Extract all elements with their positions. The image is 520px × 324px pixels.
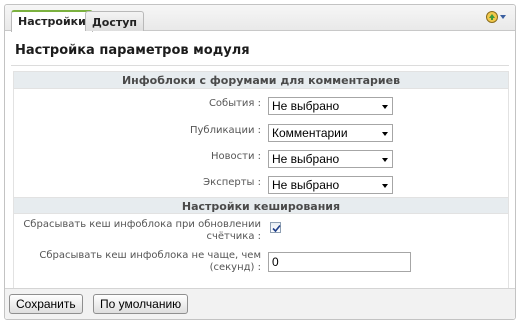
save-button[interactable]: Сохранить bbox=[9, 294, 83, 314]
title-divider bbox=[11, 65, 509, 66]
tab-access[interactable]: Доступ bbox=[85, 11, 145, 31]
chevron-down-icon bbox=[382, 158, 388, 162]
min-interval-label-line1: Сбрасывать кеш инфоблока не чаще, чем bbox=[39, 250, 261, 261]
events-select[interactable]: Не выбрано bbox=[268, 97, 393, 115]
field-label-news: Новости : bbox=[210, 151, 261, 162]
experts-select[interactable]: Не выбрано bbox=[268, 176, 393, 194]
chevron-down-icon bbox=[382, 132, 388, 136]
chevron-down-icon bbox=[382, 184, 388, 188]
tab-settings[interactable]: Настройки bbox=[11, 10, 93, 32]
events-select-value: Не выбрано bbox=[272, 99, 340, 113]
clear-on-update-label: Сбрасывать кеш инфоблока при обновлении … bbox=[23, 219, 261, 243]
settings-form: Инфоблоки с форумами для комментариев Со… bbox=[13, 71, 509, 292]
section-header-cache: Настройки кеширования bbox=[14, 197, 508, 214]
publications-select-value: Комментарии bbox=[272, 126, 348, 140]
field-label-publications: Публикации : bbox=[189, 125, 261, 136]
page-title: Настройка параметров модуля bbox=[15, 43, 250, 58]
news-select[interactable]: Не выбрано bbox=[268, 150, 393, 168]
clear-on-update-label-line2: счётчика : bbox=[206, 231, 261, 242]
min-interval-label-line2: (секунд) : bbox=[209, 262, 261, 273]
clear-on-update-label-line1: Сбрасывать кеш инфоблока при обновлении bbox=[23, 219, 261, 230]
field-label-experts: Эксперты : bbox=[203, 177, 261, 188]
news-select-value: Не выбрано bbox=[272, 152, 340, 166]
clear-on-update-checkbox[interactable] bbox=[270, 222, 281, 233]
module-settings-panel: Настройки Доступ Настройка параметров мо… bbox=[4, 4, 516, 320]
min-interval-label: Сбрасывать кеш инфоблока не чаще, чем (с… bbox=[39, 250, 261, 274]
chevron-down-icon bbox=[382, 105, 388, 109]
form-footer: Сохранить По умолчанию bbox=[5, 288, 515, 319]
tab-bar: Настройки Доступ bbox=[5, 5, 515, 32]
publications-select[interactable]: Комментарии bbox=[268, 124, 393, 142]
min-interval-input[interactable]: 0 bbox=[268, 252, 411, 272]
comments-fields: События : Не выбрано Публикации : Коммен… bbox=[14, 89, 508, 197]
cache-fields: Сбрасывать кеш инфоблока при обновлении … bbox=[14, 214, 508, 291]
field-label-events: События : bbox=[208, 98, 261, 109]
checkmark-icon bbox=[272, 224, 281, 233]
settings-menu-icon[interactable] bbox=[485, 10, 509, 24]
defaults-button[interactable]: По умолчанию bbox=[93, 294, 189, 314]
section-header-comments: Инфоблоки с форумами для комментариев bbox=[14, 72, 508, 89]
experts-select-value: Не выбрано bbox=[272, 178, 340, 192]
